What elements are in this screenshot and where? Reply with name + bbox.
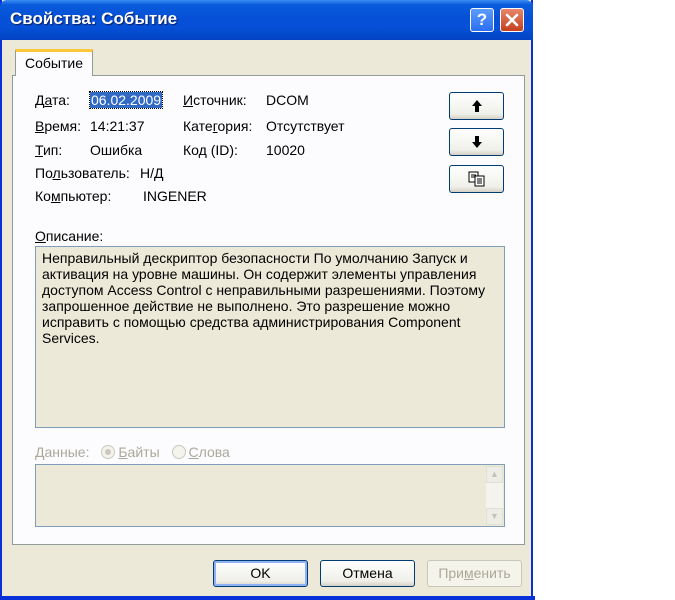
data-format-row: Данные: Байты Слова: [35, 444, 230, 460]
data-label: Данные:: [35, 444, 90, 460]
description-line: исправить с помощью средства администрир…: [42, 314, 461, 330]
description-line: Services.: [42, 330, 100, 346]
arrow-up-icon: [471, 100, 482, 112]
previous-event-button[interactable]: [449, 92, 504, 120]
close-icon: [505, 13, 519, 27]
window-title: Свойства: Событие: [10, 9, 178, 28]
category-label: Категория:: [183, 118, 253, 134]
time-value: 14:21:37: [90, 118, 145, 134]
date-label: Дата:: [35, 92, 70, 108]
data-box[interactable]: ▲ ▼: [35, 464, 505, 527]
code-value: 10020: [266, 142, 305, 158]
type-label: Тип:: [35, 142, 63, 158]
source-label: Источник:: [183, 92, 247, 108]
words-radio[interactable]: [171, 445, 186, 459]
description-line: запрошенное действие не выполнено. Это р…: [42, 298, 451, 314]
window-border: [2, 596, 535, 600]
description-label: Описание:: [35, 228, 104, 244]
tab-event[interactable]: Событие: [15, 49, 93, 76]
category-value: Отсутствует: [266, 118, 345, 134]
help-icon: ?: [476, 10, 488, 29]
data-scrollbar[interactable]: ▲ ▼: [486, 466, 503, 525]
user-label: Пользователь:: [35, 165, 130, 181]
scroll-up-button[interactable]: ▲: [486, 466, 503, 483]
description-line: доступом Access Control с неправильными …: [42, 282, 486, 298]
type-value: Ошибка: [90, 142, 143, 158]
chevron-down-icon: ▼: [490, 511, 499, 521]
arrow-down-icon: [471, 136, 482, 148]
help-button[interactable]: ?: [470, 8, 494, 32]
time-label: Время:: [35, 118, 82, 134]
description-text[interactable]: Неправильный дескриптор безопасности По …: [35, 246, 505, 428]
next-event-button[interactable]: [449, 128, 504, 156]
computer-label: Компьютер:: [35, 188, 112, 204]
close-button[interactable]: [500, 8, 524, 32]
computer-value: INGENER: [143, 188, 207, 204]
cancel-button[interactable]: Отмена: [320, 560, 415, 587]
user-value: Н/Д: [140, 165, 164, 181]
apply-button[interactable]: Применить: [427, 560, 522, 587]
bytes-radio-label: Байты: [118, 444, 160, 460]
copy-button[interactable]: [449, 165, 504, 193]
description-line: активация на уровне машины. Он содержит …: [42, 266, 477, 282]
copy-icon: [468, 171, 484, 187]
code-label: Код (ID):: [183, 142, 238, 158]
source-value: DCOM: [266, 92, 309, 108]
bytes-radio[interactable]: [101, 445, 116, 459]
date-value[interactable]: 06.02.2009: [88, 91, 164, 109]
scroll-down-button[interactable]: ▼: [486, 508, 503, 525]
event-properties-window: Свойства: Событие ? Событие Дата: 06.02.…: [0, 0, 535, 600]
description-line: Неправильный дескриптор безопасности По …: [42, 250, 468, 266]
ok-button[interactable]: OK: [213, 560, 308, 587]
chevron-up-icon: ▲: [490, 469, 499, 479]
title-bar[interactable]: Свойства: Событие ?: [0, 0, 533, 40]
words-radio-label: Слова: [188, 444, 230, 460]
